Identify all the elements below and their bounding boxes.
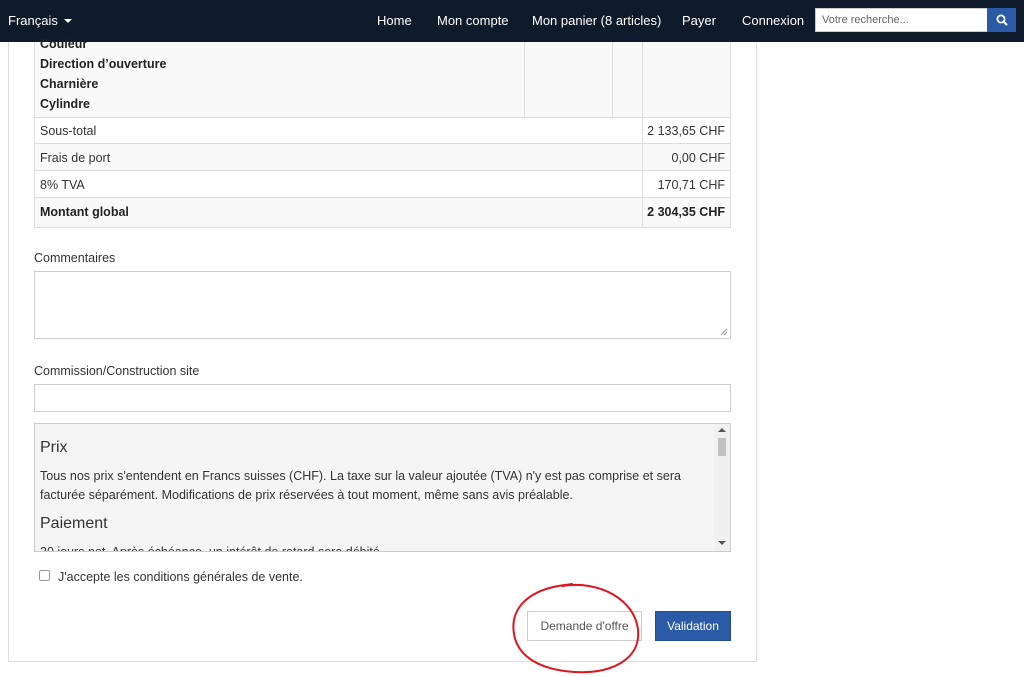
vat-row: 8% TVA 170,71 CHF xyxy=(35,171,730,198)
column-divider xyxy=(612,42,613,117)
nav-home[interactable]: Home xyxy=(377,13,412,28)
order-summary-table: Couleur Direction d’ouverture Charnière … xyxy=(34,37,731,228)
top-navbar: Français Home Mon compte Mon panier (8 a… xyxy=(0,0,1024,42)
attr-cylindre: Cylindre xyxy=(40,97,91,111)
attr-couleur: Couleur xyxy=(40,37,88,51)
terms-heading-prix: Prix xyxy=(40,439,68,456)
resize-grip-icon[interactable] xyxy=(720,328,728,336)
terms-text-paiement: 30 jours net. Après échéance, un intérêt… xyxy=(40,545,384,552)
commission-label: Commission/Construction site xyxy=(34,364,200,378)
commission-input[interactable] xyxy=(34,384,731,412)
scroll-down-icon[interactable] xyxy=(718,541,726,545)
attr-charniere: Charnière xyxy=(40,77,99,91)
terms-heading-paiement: Paiement xyxy=(40,515,108,532)
vat-value: 170,71 CHF xyxy=(657,178,725,192)
shipping-row: Frais de port 0,00 CHF xyxy=(35,144,730,171)
nav-payer[interactable]: Payer xyxy=(682,13,716,28)
accept-terms-checkbox[interactable] xyxy=(39,570,50,581)
subtotal-label: Sous-total xyxy=(40,124,97,138)
total-row: Montant global 2 304,35 CHF xyxy=(35,198,730,227)
shipping-value: 0,00 CHF xyxy=(671,151,726,165)
subtotal-row: Sous-total 2 133,65 CHF xyxy=(35,117,730,144)
scroll-thumb[interactable] xyxy=(718,438,726,456)
scroll-up-icon[interactable] xyxy=(718,428,726,432)
comments-textarea[interactable] xyxy=(34,271,731,339)
column-divider xyxy=(524,42,525,117)
validation-button[interactable]: Validation xyxy=(655,611,731,641)
nav-connexion[interactable]: Connexion xyxy=(742,13,804,28)
language-label: Français xyxy=(8,13,58,28)
search-input[interactable] xyxy=(815,8,987,32)
terms-scrollbar[interactable] xyxy=(714,424,730,551)
subtotal-value: 2 133,65 CHF xyxy=(647,124,725,138)
search-icon xyxy=(996,14,1008,26)
product-attributes: Couleur Direction d’ouverture Charnière … xyxy=(35,37,730,118)
column-divider xyxy=(642,42,643,117)
red-circle-annotation xyxy=(512,583,640,674)
terms-box[interactable]: Prix Tous nos prix s'entendent en Francs… xyxy=(34,423,731,552)
vat-label: 8% TVA xyxy=(40,178,85,192)
accept-terms-label: J'accepte les conditions générales de ve… xyxy=(58,570,303,584)
search-button[interactable] xyxy=(987,8,1016,32)
total-label: Montant global xyxy=(40,205,129,219)
caret-down-icon xyxy=(63,19,72,23)
nav-mon-panier[interactable]: Mon panier (8 articles) xyxy=(532,13,661,28)
attr-direction: Direction d’ouverture xyxy=(40,57,167,71)
shipping-label: Frais de port xyxy=(40,151,111,165)
nav-mon-compte[interactable]: Mon compte xyxy=(437,13,509,28)
total-value: 2 304,35 CHF xyxy=(647,205,725,219)
language-dropdown[interactable]: Français xyxy=(8,13,72,28)
comments-label: Commentaires xyxy=(34,251,116,265)
terms-text-prix: Tous nos prix s'entendent en Francs suis… xyxy=(40,469,681,502)
